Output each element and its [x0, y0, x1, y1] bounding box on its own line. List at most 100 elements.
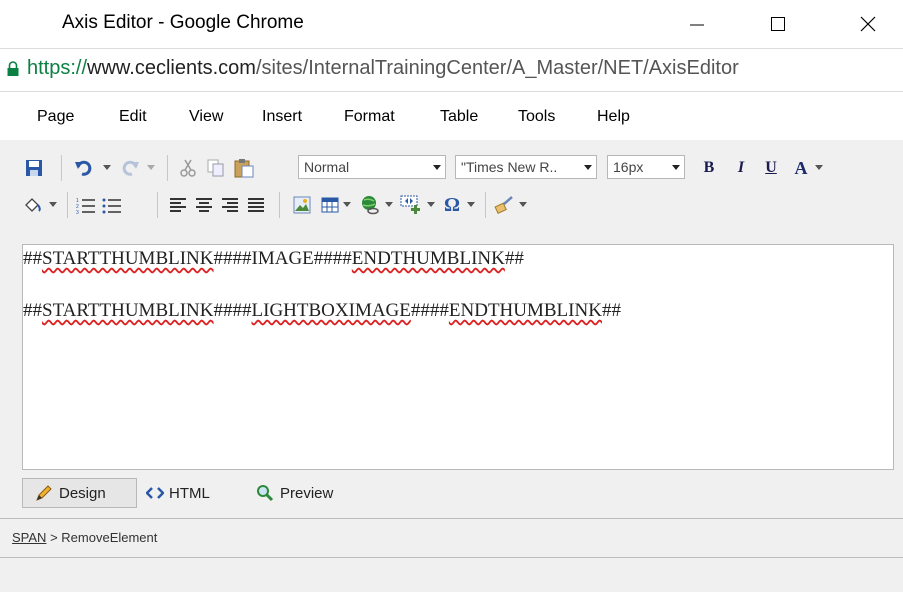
- align-center-icon: [196, 198, 212, 212]
- insert-image-button[interactable]: [291, 194, 313, 216]
- html-mode-button[interactable]: HTML: [144, 478, 234, 508]
- chevron-down-icon: [815, 165, 823, 170]
- chevron-down-icon: [343, 202, 351, 207]
- lock-icon: [7, 61, 19, 76]
- special-character-dropdown[interactable]: [465, 194, 477, 216]
- redo-dropdown[interactable]: [145, 157, 157, 179]
- link-dropdown[interactable]: [383, 194, 395, 216]
- align-left-button[interactable]: [167, 194, 189, 216]
- save-button[interactable]: [23, 157, 45, 179]
- preview-mode-button[interactable]: Preview: [252, 478, 362, 508]
- menu-table[interactable]: Table: [440, 108, 478, 126]
- url-path: /sites/InternalTrainingCenter/A_Master/N…: [255, 57, 739, 79]
- element-path-bar: SPAN > RemoveElement: [0, 518, 903, 558]
- url-text[interactable]: https://www.ceclients.com/sites/Internal…: [27, 57, 739, 80]
- unordered-list-button[interactable]: [101, 194, 123, 216]
- chevron-down-icon: [467, 202, 475, 207]
- chevron-down-icon: [427, 202, 435, 207]
- special-character-button[interactable]: Ω: [441, 194, 463, 216]
- chevron-down-icon: [519, 202, 527, 207]
- paint-bucket-icon: [25, 198, 41, 212]
- align-right-button[interactable]: [219, 194, 241, 216]
- chevron-down-icon: [433, 165, 441, 170]
- insert-link-button[interactable]: [359, 194, 381, 216]
- menu-edit[interactable]: Edit: [119, 108, 147, 126]
- forecolor-dropdown[interactable]: [813, 157, 825, 179]
- font-size-value: 16px: [613, 159, 644, 175]
- chevron-down-icon: [584, 165, 592, 170]
- ordered-list-button[interactable]: 123: [75, 194, 97, 216]
- save-icon: [26, 160, 42, 176]
- redo-button[interactable]: [119, 157, 141, 179]
- breadcrumb-current: RemoveElement: [61, 530, 158, 545]
- scissors-icon: [180, 159, 196, 177]
- backcolor-dropdown[interactable]: [47, 194, 59, 216]
- undo-icon: [75, 160, 92, 176]
- format-cleaner-dropdown[interactable]: [517, 194, 529, 216]
- font-name-select[interactable]: "Times New R..: [455, 155, 597, 179]
- align-justify-icon: [248, 198, 264, 212]
- insert-table-button[interactable]: [319, 194, 341, 216]
- justify-button[interactable]: [245, 194, 267, 216]
- breadcrumb-span-link[interactable]: SPAN: [12, 530, 46, 545]
- copy-button[interactable]: [205, 157, 227, 179]
- maximize-icon: [771, 17, 785, 31]
- paste-button[interactable]: [233, 157, 255, 179]
- close-icon: [860, 16, 876, 32]
- cut-button[interactable]: [177, 157, 199, 179]
- table-dropdown[interactable]: [341, 194, 353, 216]
- code-brackets-icon: [146, 487, 164, 499]
- chevron-down-icon: [49, 202, 57, 207]
- breadcrumb-separator: >: [50, 530, 58, 545]
- editor-line-2: ##STARTTHUMBLINK####LIGHTBOXIMAGE####END…: [23, 300, 621, 321]
- undo-dropdown[interactable]: [101, 157, 113, 179]
- menu-format[interactable]: Format: [344, 108, 395, 126]
- editor-mode-bar: Design HTML Preview: [22, 474, 894, 514]
- chevron-down-icon: [103, 165, 111, 170]
- table-icon: [321, 197, 339, 213]
- forecolor-button[interactable]: A: [791, 157, 811, 179]
- design-mode-button[interactable]: Design: [22, 478, 137, 508]
- url-scheme: https://: [27, 57, 88, 79]
- font-size-select[interactable]: 16px: [607, 155, 685, 179]
- editor-content-area[interactable]: ##STARTTHUMBLINK####IMAGE####ENDTHUMBLIN…: [22, 244, 894, 470]
- italic-button[interactable]: I: [731, 157, 751, 179]
- underline-button[interactable]: U: [761, 157, 781, 179]
- url-host: www.ceclients.com: [87, 57, 256, 79]
- menu-help[interactable]: Help: [597, 108, 630, 126]
- chevron-down-icon: [672, 165, 680, 170]
- minimize-icon: [690, 24, 704, 26]
- address-bar[interactable]: https://www.ceclients.com/sites/Internal…: [0, 48, 903, 92]
- bold-button[interactable]: B: [699, 157, 719, 179]
- preview-mode-label: Preview: [280, 484, 334, 502]
- magnifier-icon: [257, 485, 274, 502]
- svg-text:3: 3: [76, 210, 79, 214]
- design-mode-label: Design: [59, 484, 106, 502]
- numbered-list-icon: 123: [76, 198, 95, 214]
- undo-button[interactable]: [73, 157, 95, 179]
- paragraph-style-select[interactable]: Normal: [298, 155, 446, 179]
- globe-link-icon: [362, 196, 379, 215]
- broom-icon: [494, 196, 513, 214]
- maximize-button[interactable]: [758, 6, 798, 42]
- editor-line-1: ##STARTTHUMBLINK####IMAGE####ENDTHUMBLIN…: [23, 248, 524, 269]
- pencil-icon: [36, 485, 52, 501]
- align-center-button[interactable]: [193, 194, 215, 216]
- insert-element-button[interactable]: [399, 194, 423, 216]
- format-cleaner-button[interactable]: [493, 194, 515, 216]
- backcolor-button[interactable]: [21, 194, 45, 216]
- align-left-icon: [170, 198, 186, 212]
- menu-view[interactable]: View: [189, 108, 223, 126]
- menu-insert[interactable]: Insert: [262, 108, 302, 126]
- minimize-button[interactable]: [677, 6, 717, 42]
- menu-tools[interactable]: Tools: [518, 108, 555, 126]
- element-breadcrumb: SPAN > RemoveElement: [12, 530, 157, 545]
- insert-element-icon: [400, 195, 420, 214]
- image-icon: [293, 196, 311, 214]
- editor-toolbar: Normal "Times New R.. 16px B I U A 123 Ω: [15, 142, 895, 238]
- menu-page[interactable]: Page: [37, 108, 74, 126]
- redo-icon: [122, 160, 139, 176]
- insert-element-dropdown[interactable]: [425, 194, 437, 216]
- close-button[interactable]: [848, 6, 888, 42]
- paragraph-style-value: Normal: [304, 159, 350, 175]
